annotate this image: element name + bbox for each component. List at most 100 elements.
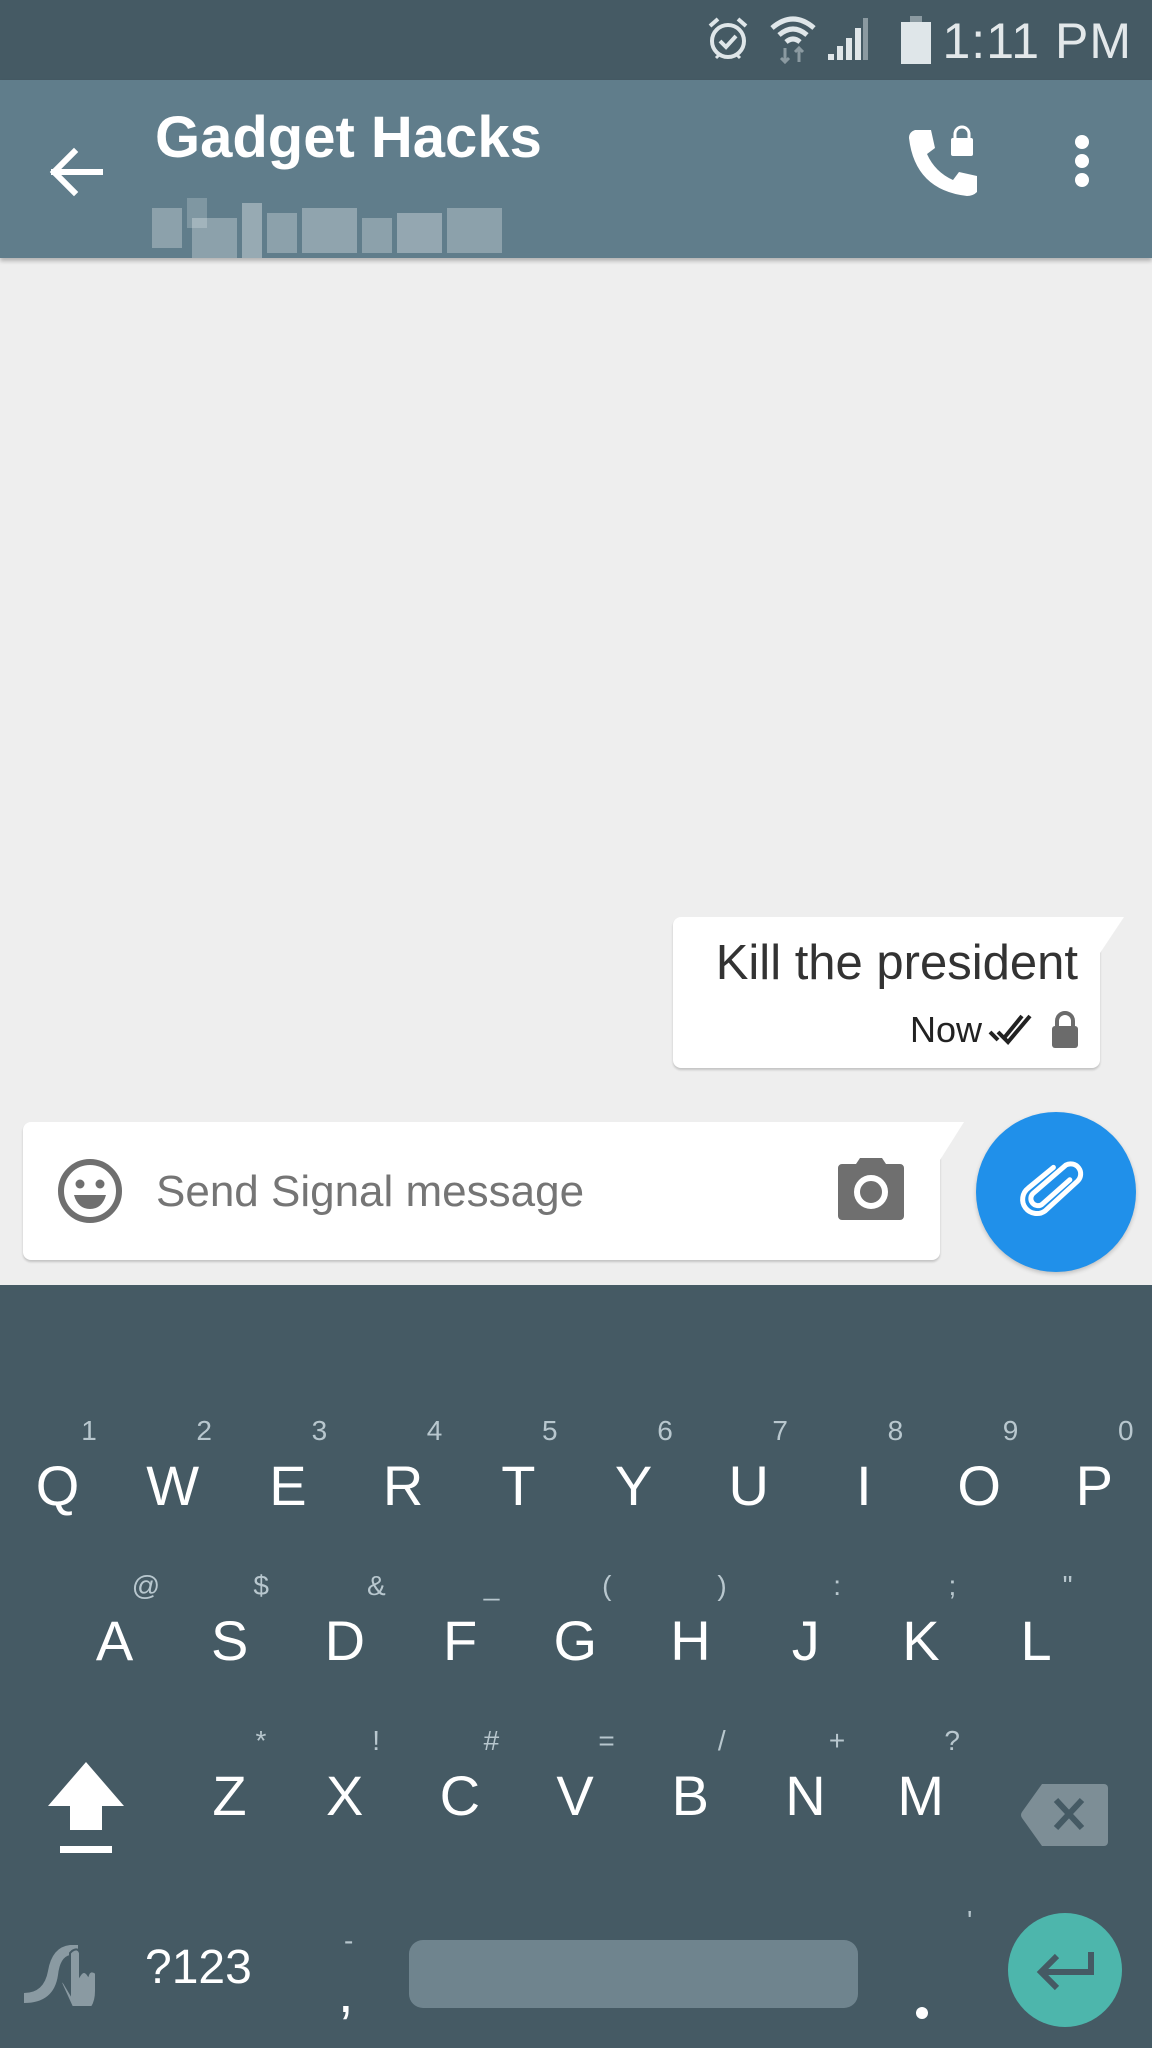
key-hint: ( [602, 1570, 612, 1601]
key-k[interactable]: ; K [863, 1570, 978, 1720]
key-hint: / [717, 1725, 726, 1756]
status-time: 1:11 PM [942, 13, 1132, 69]
key-a[interactable]: @ A [57, 1570, 172, 1720]
key-hint: 7 [772, 1415, 788, 1446]
contact-number-redacted [152, 198, 506, 268]
secure-call-button[interactable] [905, 120, 995, 210]
key-label: X [326, 1764, 364, 1827]
key-hint: 9 [1002, 1415, 1019, 1446]
compose-bar [23, 1122, 940, 1260]
key-label: B [671, 1764, 709, 1827]
key-e[interactable]: 3E [230, 1415, 345, 1565]
key-o[interactable]: 9O [922, 1415, 1037, 1565]
key-b[interactable]: / B [633, 1725, 748, 1875]
key-label: K [902, 1609, 940, 1672]
key-hint: & [367, 1570, 386, 1601]
key-l[interactable]: " L [979, 1570, 1094, 1720]
attach-button[interactable] [976, 1112, 1136, 1272]
conversation-title[interactable]: Gadget Hacks [155, 104, 542, 171]
key-t[interactable]: 5T [461, 1415, 576, 1565]
screen: 1:11 PM Gadget Hacks Kill the president … [0, 0, 1152, 2048]
arrow-left-icon [49, 147, 103, 197]
message-input[interactable] [156, 1152, 816, 1232]
key-hint: - [344, 1925, 354, 1956]
enter-key[interactable] [1008, 1913, 1122, 2027]
paperclip-icon [1020, 1161, 1084, 1217]
key-label: F [442, 1609, 478, 1672]
key-u[interactable]: 7U [691, 1415, 806, 1565]
overflow-menu-button[interactable] [1062, 120, 1102, 210]
key-hint: = [598, 1725, 615, 1756]
key-hint: ! [372, 1725, 381, 1756]
key-hint: 6 [657, 1415, 673, 1446]
key-label: Y [614, 1454, 653, 1517]
comma-key[interactable]: - , [318, 1925, 378, 2025]
key-label: R [382, 1454, 424, 1517]
key-hint: @ [131, 1570, 161, 1601]
back-button[interactable] [36, 132, 116, 212]
message-meta: Now [910, 1009, 1080, 1051]
swipe-gesture-icon [24, 1945, 97, 2008]
swipe-typing-key[interactable] [18, 1935, 104, 2015]
shift-arrow-icon [48, 1762, 124, 1853]
key-m[interactable]: ? M [863, 1725, 978, 1875]
message-bubble-outgoing[interactable]: Kill the president Now [673, 917, 1100, 1068]
alarm-icon [706, 16, 750, 67]
key-w[interactable]: 2W [115, 1415, 230, 1565]
emoji-icon [58, 1159, 122, 1223]
key-i[interactable]: 8I [806, 1415, 921, 1565]
key-hint: 3 [311, 1415, 328, 1446]
emoji-button[interactable] [56, 1157, 124, 1225]
key-s[interactable]: $ S [172, 1570, 287, 1720]
key-hint: " [1062, 1570, 1073, 1601]
key-label: I [856, 1454, 872, 1517]
symbols-key[interactable]: ?123 [145, 1940, 252, 1995]
key-d[interactable]: & D [287, 1570, 402, 1720]
key-q[interactable]: 1Q [0, 1415, 115, 1565]
period-dot [916, 2007, 928, 2019]
camera-button[interactable] [836, 1156, 906, 1222]
key-h[interactable]: ) H [633, 1570, 748, 1720]
key-r[interactable]: 4R [346, 1415, 461, 1565]
key-label: E [269, 1454, 307, 1517]
key-p[interactable]: 0P [1037, 1415, 1152, 1565]
key-label: N [785, 1764, 826, 1827]
key-hint: 5 [542, 1415, 558, 1446]
key-y[interactable]: 6Y [576, 1415, 691, 1565]
key-label: T [501, 1454, 536, 1517]
key-z[interactable]: * Z [172, 1725, 287, 1875]
key-g[interactable]: (G [518, 1570, 633, 1720]
backspace-key[interactable] [1020, 1782, 1110, 1848]
backspace-icon [1021, 1784, 1108, 1846]
key-v[interactable]: = V [518, 1725, 633, 1875]
camera-icon [838, 1158, 904, 1220]
key-label: L [1020, 1609, 1052, 1672]
key-label: D [324, 1609, 366, 1672]
key-hint: : [833, 1570, 842, 1601]
key-j[interactable]: :J [748, 1570, 863, 1720]
key-hint: ' [967, 1905, 973, 1936]
key-hint: 0 [1118, 1415, 1134, 1446]
key-hint: ; [948, 1570, 957, 1601]
key-hint: # [483, 1725, 500, 1756]
key-f[interactable]: _ F [403, 1570, 518, 1720]
message-text: Kill the president [715, 936, 1078, 990]
key-label: O [957, 1454, 1001, 1517]
key-label: Z [212, 1764, 247, 1827]
key-n[interactable]: + N [748, 1725, 863, 1875]
shift-key[interactable] [40, 1760, 132, 1870]
key-hint: 2 [196, 1415, 212, 1446]
key-c[interactable]: # C [402, 1725, 517, 1875]
signal-icon [826, 16, 870, 67]
message-time: Now [909, 1009, 982, 1050]
key-label: C [439, 1764, 481, 1827]
key-hint: 4 [426, 1415, 443, 1446]
lock-icon [1052, 1011, 1078, 1048]
space-key[interactable] [409, 1940, 858, 2008]
key-label: U [728, 1454, 769, 1517]
key-hint: ) [717, 1570, 727, 1601]
bubble-tail [1100, 917, 1124, 953]
period-key[interactable]: ' [900, 1905, 972, 2025]
key-x[interactable]: ! X [287, 1725, 402, 1875]
key-label: M [897, 1764, 945, 1827]
